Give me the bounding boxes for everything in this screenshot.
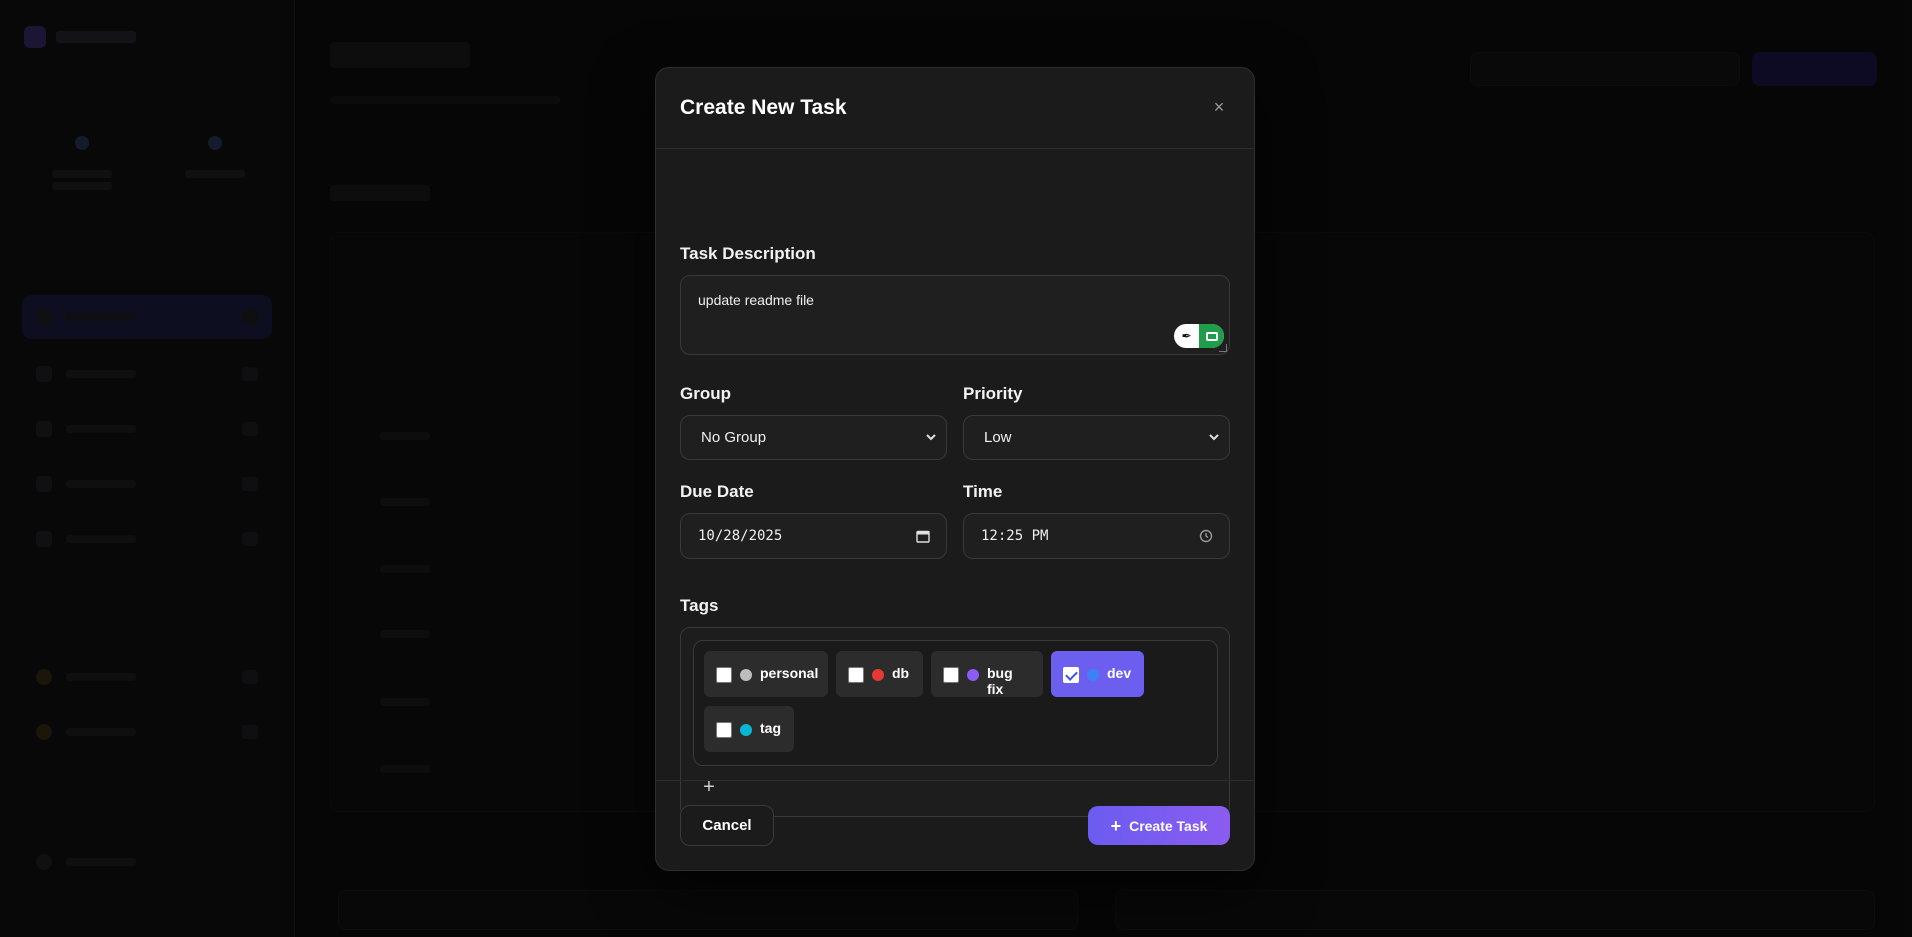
tag-name: dev	[1107, 665, 1132, 681]
time-value: 12:25 PM	[981, 528, 1049, 544]
tag-chip-dev[interactable]: dev	[1051, 651, 1144, 697]
create-task-label: Create Task	[1129, 817, 1208, 834]
resize-handle-icon[interactable]	[1219, 344, 1227, 352]
tag-name: bug fix	[987, 665, 1013, 697]
description-label: Task Description	[680, 244, 816, 263]
tag-checkbox-checked[interactable]	[1063, 667, 1079, 683]
description-textarea[interactable]: update readme file ✒	[680, 275, 1230, 355]
due-date-label: Due Date	[680, 482, 754, 501]
tag-chip-tag[interactable]: tag	[704, 706, 794, 752]
tag-color-dot	[740, 669, 752, 681]
tag-color-dot	[872, 669, 884, 681]
due-date-value: 10/28/2025	[698, 528, 783, 544]
modal-header: Create New Task ×	[656, 68, 1254, 149]
tag-checkbox[interactable]	[943, 667, 959, 683]
due-date-input[interactable]: 10/28/2025	[680, 513, 947, 559]
create-task-button[interactable]: + Create Task	[1088, 806, 1230, 845]
tag-color-dot	[1087, 669, 1099, 681]
tags-label: Tags	[680, 596, 719, 615]
priority-select[interactable]: Low	[963, 415, 1230, 460]
tag-color-dot	[967, 669, 979, 681]
cancel-button[interactable]: Cancel	[680, 805, 774, 846]
plus-icon: +	[1110, 815, 1122, 836]
priority-label: Priority	[963, 384, 1023, 403]
calendar-icon[interactable]	[916, 529, 930, 543]
clock-icon[interactable]	[1199, 529, 1213, 543]
modal-title: Create New Task	[680, 96, 847, 119]
group-label: Group	[680, 384, 731, 403]
priority-select-value: Low	[984, 429, 1012, 446]
tag-list: personal db bug fix dev tag	[693, 640, 1218, 766]
tag-name: db	[892, 665, 910, 681]
chevron-down-icon	[1209, 434, 1219, 441]
time-input[interactable]: 12:25 PM	[963, 513, 1230, 559]
tag-checkbox[interactable]	[848, 667, 864, 683]
close-button[interactable]: ×	[1208, 96, 1230, 118]
description-value: update readme file	[698, 292, 814, 308]
tag-color-dot	[740, 724, 752, 736]
create-task-modal: Create New Task × Task Description updat…	[655, 67, 1255, 871]
chevron-down-icon	[926, 434, 936, 441]
tag-name: tag	[760, 720, 781, 736]
tag-chip-bug-fix[interactable]: bug fix	[931, 651, 1043, 697]
tag-chip-db[interactable]: db	[836, 651, 923, 697]
close-icon: ×	[1213, 96, 1225, 117]
modal-footer: Cancel + Create Task	[656, 780, 1254, 870]
tag-checkbox[interactable]	[716, 667, 732, 683]
tag-chip-personal[interactable]: personal	[704, 651, 828, 697]
feather-icon[interactable]: ✒	[1174, 324, 1199, 348]
group-select[interactable]: No Group	[680, 415, 947, 460]
tag-checkbox[interactable]	[716, 722, 732, 738]
group-select-value: No Group	[701, 429, 767, 446]
time-label: Time	[963, 482, 1003, 501]
tag-name: personal	[760, 665, 819, 681]
extension-pill[interactable]: ✒	[1174, 324, 1224, 348]
